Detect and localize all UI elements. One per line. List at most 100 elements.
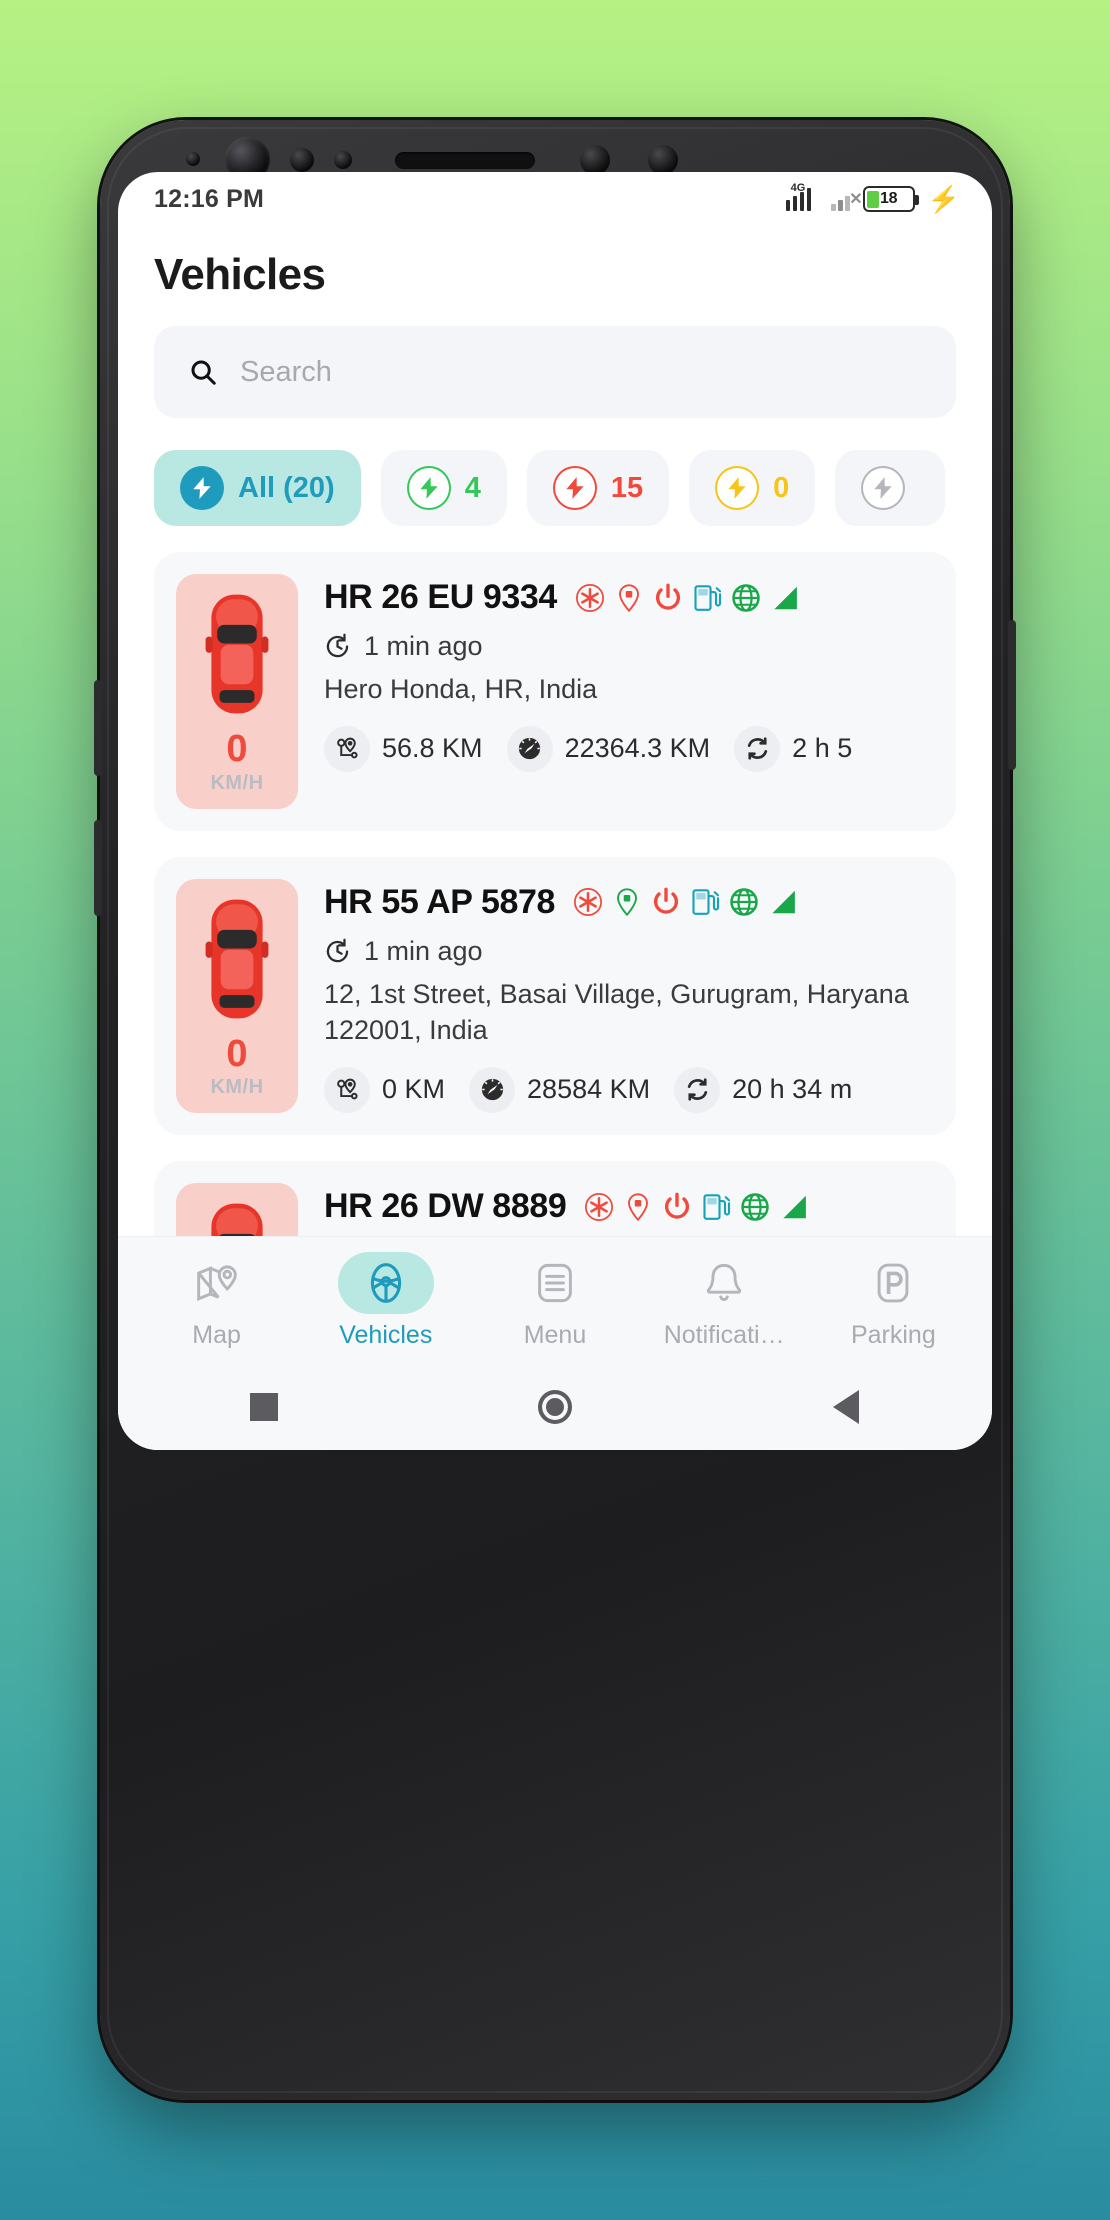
- status-bar-clock: 12:16 PM: [154, 184, 264, 213]
- android-system-bar[interactable]: [118, 1364, 992, 1450]
- filter-chip-label: 15: [610, 471, 644, 504]
- signal-no-service-icon: ✕: [831, 187, 863, 211]
- vehicle-last-update: 1 min ago: [324, 936, 956, 967]
- nav-item-menu[interactable]: Menu: [480, 1252, 630, 1350]
- filter-chip-label: 4: [464, 471, 481, 504]
- bell-icon: [676, 1252, 772, 1314]
- recents-button[interactable]: [209, 1393, 319, 1421]
- signal-icon: [783, 1195, 807, 1219]
- sensor-icon: [290, 148, 314, 172]
- triangle-icon: [833, 1390, 860, 1424]
- car-icon: [211, 1204, 263, 1236]
- signal-4g-icon: 4G: [785, 182, 819, 211]
- volume-down-button[interactable]: [94, 820, 102, 916]
- power-icon: [654, 887, 679, 914]
- phone-frame: 12:16 PM 4G ✕ 18 ⚡ Vehicles Search All (…: [94, 120, 1016, 2100]
- filter-chip-all[interactable]: All (20): [154, 450, 361, 526]
- vehicle-list[interactable]: 0 KM/H HR 26 EU 9334 1 min ago Hero Hond…: [118, 552, 992, 1236]
- stat-distance-value: 56.8 KM: [382, 733, 483, 764]
- globe-icon: [730, 888, 758, 916]
- vehicle-card[interactable]: 0 KM/H HR 26 EU 9334 1 min ago Hero Hond…: [154, 552, 956, 831]
- vehicle-status-icons: [575, 583, 800, 613]
- ac-icon: [575, 583, 604, 612]
- bolt-icon: [180, 466, 224, 510]
- stat-odometer: 28584 KM: [469, 1066, 650, 1113]
- nav-item-parking[interactable]: Parking: [818, 1252, 968, 1350]
- vehicle-plate: HR 55 AP 5878: [324, 882, 556, 921]
- vehicle-card[interactable]: 0 KM/H HR 26 DW 8889: [154, 1161, 956, 1236]
- stat-distance-value: 0 KM: [382, 1074, 446, 1104]
- history-icon: [326, 633, 349, 658]
- bottom-navigation[interactable]: Map Vehicles Menu Notificati… Parking: [118, 1236, 992, 1364]
- status-bar: 12:16 PM 4G ✕ 18 ⚡: [118, 172, 992, 226]
- odometer-icon: [506, 725, 553, 772]
- nav-label-parking: Parking: [850, 1320, 936, 1349]
- fuel-icon: [692, 889, 720, 915]
- nav-item-notifications[interactable]: Notificati…: [649, 1252, 799, 1350]
- vehicle-plate: HR 26 EU 9334: [324, 578, 557, 616]
- stat-odometer-value: 22364.3 KM: [564, 733, 711, 764]
- power-side-button[interactable]: [1008, 620, 1016, 770]
- back-button[interactable]: [791, 1390, 901, 1424]
- filter-chip-red[interactable]: 15: [526, 450, 670, 526]
- list-icon: [507, 1252, 603, 1314]
- fuel-icon: [694, 584, 721, 611]
- ac-icon: [585, 1192, 614, 1221]
- history-icon: [326, 938, 349, 962]
- location-icon: [617, 888, 638, 917]
- vehicle-address: Hero Honda, HR, India: [324, 674, 598, 704]
- nav-label-vehicles: Vehicles: [339, 1320, 433, 1349]
- search-placeholder: Search: [240, 355, 332, 388]
- car-icon: [205, 899, 269, 1019]
- stat-duration-value: 2 h 5: [792, 733, 853, 764]
- globe-icon: [741, 1193, 770, 1221]
- home-button[interactable]: [500, 1390, 610, 1424]
- vehicle-stats: 0 KM 28584 KM 20 h 34 m: [324, 1066, 956, 1113]
- battery-level-label: 18: [880, 190, 898, 207]
- nav-label-notifications: Notificati…: [663, 1320, 785, 1349]
- volume-up-button[interactable]: [94, 680, 102, 776]
- filter-chip-label: 0: [773, 471, 790, 504]
- stat-duration: 20 h 34 m: [674, 1066, 853, 1113]
- vehicle-address: 12, 1st Street, Basai Village, Gurugram,…: [324, 978, 909, 1045]
- odometer-icon: [469, 1066, 516, 1113]
- vehicle-speed-unit: KM/H: [210, 771, 264, 794]
- nav-label-map: Map: [192, 1320, 241, 1349]
- vehicle-speed-unit: KM/H: [210, 1076, 264, 1099]
- duration-icon: [674, 1066, 721, 1113]
- circle-icon: [537, 1390, 572, 1424]
- vehicle-thumbnail: 0 KM/H: [176, 574, 298, 809]
- stat-distance: 56.8 KM: [324, 725, 483, 772]
- power-icon: [665, 1192, 690, 1219]
- stat-odometer: 22364.3 KM: [506, 725, 711, 772]
- vehicle-details: HR 55 AP 5878 1 min ago 12, 1st Street, …: [324, 879, 956, 1114]
- vehicle-stats: 56.8 KM 22364.3 KM 2 h 5: [324, 725, 956, 772]
- fuel-icon: [703, 1194, 731, 1220]
- car-icon: [205, 594, 269, 714]
- stat-duration: 2 h 5: [734, 725, 853, 772]
- vehicle-status-icons: [584, 1192, 809, 1222]
- search-input[interactable]: Search: [154, 326, 956, 418]
- vehicle-status-icons: [573, 887, 798, 917]
- nav-label-menu: Menu: [523, 1320, 587, 1349]
- stat-duration-value: 20 h 34 m: [732, 1074, 853, 1104]
- filter-chip-grey[interactable]: [835, 450, 946, 526]
- nav-item-vehicles[interactable]: Vehicles: [311, 1251, 461, 1350]
- status-bar-icons: 4G ✕ 18 ⚡: [785, 182, 960, 214]
- nav-item-map[interactable]: Map: [142, 1252, 292, 1350]
- globe-icon: [732, 583, 760, 612]
- vehicle-card[interactable]: 0 KM/H HR 55 AP 5878 1 min ago 12, 1st S…: [154, 856, 956, 1136]
- search-icon: [191, 360, 216, 385]
- charging-bolt-icon: ⚡: [927, 184, 960, 214]
- phone-screen: 12:16 PM 4G ✕ 18 ⚡ Vehicles Search All (…: [118, 172, 992, 1450]
- stat-distance: 0 KM: [324, 1066, 446, 1113]
- vehicle-details: HR 26 DW 8889: [324, 1183, 956, 1236]
- filter-chip-green[interactable]: 4: [380, 450, 507, 526]
- vehicle-speed: 0: [226, 728, 248, 770]
- filter-chip-yellow[interactable]: 0: [689, 450, 816, 526]
- vehicle-speed: 0: [226, 1032, 248, 1075]
- vehicle-last-update-text: 1 min ago: [364, 631, 483, 661]
- duration-icon: [734, 725, 781, 772]
- filter-chip-label: All (20): [238, 471, 335, 504]
- filter-chip-row[interactable]: All (20) 4 15 0: [118, 418, 992, 552]
